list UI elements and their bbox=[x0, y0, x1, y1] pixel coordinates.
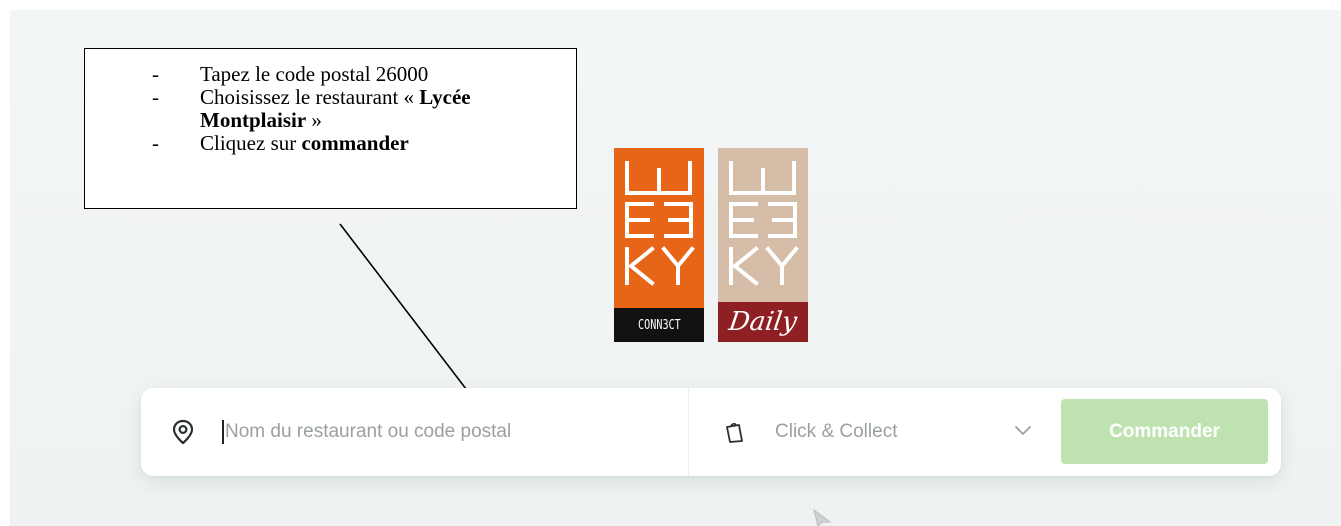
text-caret bbox=[222, 420, 224, 444]
instruction-text: Choisissez le restaurant « bbox=[200, 85, 420, 109]
order-button[interactable]: Commander bbox=[1061, 399, 1268, 464]
location-search-field[interactable] bbox=[141, 388, 689, 476]
search-bar: Click & Collect Commander bbox=[141, 388, 1281, 476]
weeky-daily-logo[interactable]: Daily bbox=[718, 148, 808, 342]
location-pin-icon bbox=[172, 419, 194, 445]
weeky-connect-logo[interactable]: CONN3CT bbox=[614, 148, 704, 342]
instruction-text: Cliquez sur bbox=[200, 131, 302, 155]
instruction-callout: - Tapez le code postal 26000 - Choisisse… bbox=[84, 48, 577, 209]
instruction-item: - Cliquez sur commander bbox=[85, 132, 556, 155]
instruction-bold-text: commander bbox=[301, 131, 409, 155]
instruction-dash: - bbox=[152, 85, 159, 109]
instruction-item: - Tapez le code postal 26000 bbox=[85, 63, 556, 86]
shopping-bag-icon bbox=[726, 423, 743, 443]
connect-tagline-text: CONN3CT bbox=[637, 317, 681, 333]
weeky-wordmark-icon bbox=[729, 161, 799, 286]
daily-tagline: Daily bbox=[718, 302, 808, 342]
instruction-text: Tapez le code postal 26000 bbox=[200, 62, 429, 86]
order-mode-select[interactable]: Click & Collect bbox=[689, 388, 1049, 476]
instruction-item: - Choisissez le restaurant « Lycée Montp… bbox=[85, 86, 556, 132]
connect-tagline: CONN3CT bbox=[614, 308, 704, 342]
instruction-dash: - bbox=[152, 131, 159, 155]
weeky-wordmark-icon bbox=[625, 161, 695, 286]
instruction-text-after: » bbox=[306, 108, 322, 132]
order-mode-label: Click & Collect bbox=[775, 421, 898, 442]
instruction-dash: - bbox=[152, 62, 159, 86]
search-input[interactable] bbox=[225, 416, 665, 448]
mouse-cursor-icon bbox=[813, 508, 832, 526]
instruction-list: - Tapez le code postal 26000 - Choisisse… bbox=[85, 49, 576, 155]
daily-tagline-text: Daily bbox=[727, 307, 799, 337]
chevron-down-icon[interactable] bbox=[1014, 424, 1032, 436]
